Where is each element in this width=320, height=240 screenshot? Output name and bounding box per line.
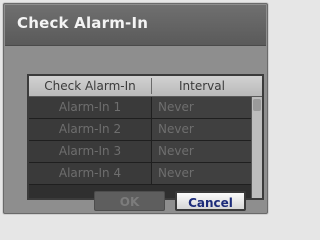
dialog-title-bar: Check Alarm-In [5,5,266,46]
alarm-in-name[interactable]: Alarm-In 2 [29,119,152,140]
table-rows: Alarm-In 1 Never Alarm-In 2 Never Alarm-… [29,97,262,198]
table-row[interactable]: Alarm-In 2 Never [29,119,252,141]
dialog-title: Check Alarm-In [17,14,149,32]
cancel-button[interactable]: Cancel [175,191,246,211]
alarm-in-name[interactable]: Alarm-In 3 [29,141,152,162]
alarm-in-table: Check Alarm-In Interval Alarm-In 1 Never… [27,74,264,200]
table-scrollbar[interactable] [251,97,262,198]
check-alarm-in-dialog: Check Alarm-In Check Alarm-In Interval A… [3,3,268,214]
interval-value[interactable]: Never [152,163,252,184]
column-header-check-alarm-in: Check Alarm-In [29,78,152,94]
scrollbar-thumb[interactable] [253,99,261,111]
interval-value[interactable]: Never [152,141,252,162]
table-header: Check Alarm-In Interval [29,76,262,97]
column-header-interval: Interval [179,79,225,93]
ok-button[interactable]: OK [94,191,165,211]
table-row[interactable]: Alarm-In 1 Never [29,97,252,119]
table-row[interactable]: Alarm-In 4 Never [29,163,252,185]
alarm-in-name[interactable]: Alarm-In 4 [29,163,152,184]
interval-value[interactable]: Never [152,97,252,118]
interval-value[interactable]: Never [152,119,252,140]
alarm-in-name[interactable]: Alarm-In 1 [29,97,152,118]
table-row[interactable]: Alarm-In 3 Never [29,141,252,163]
